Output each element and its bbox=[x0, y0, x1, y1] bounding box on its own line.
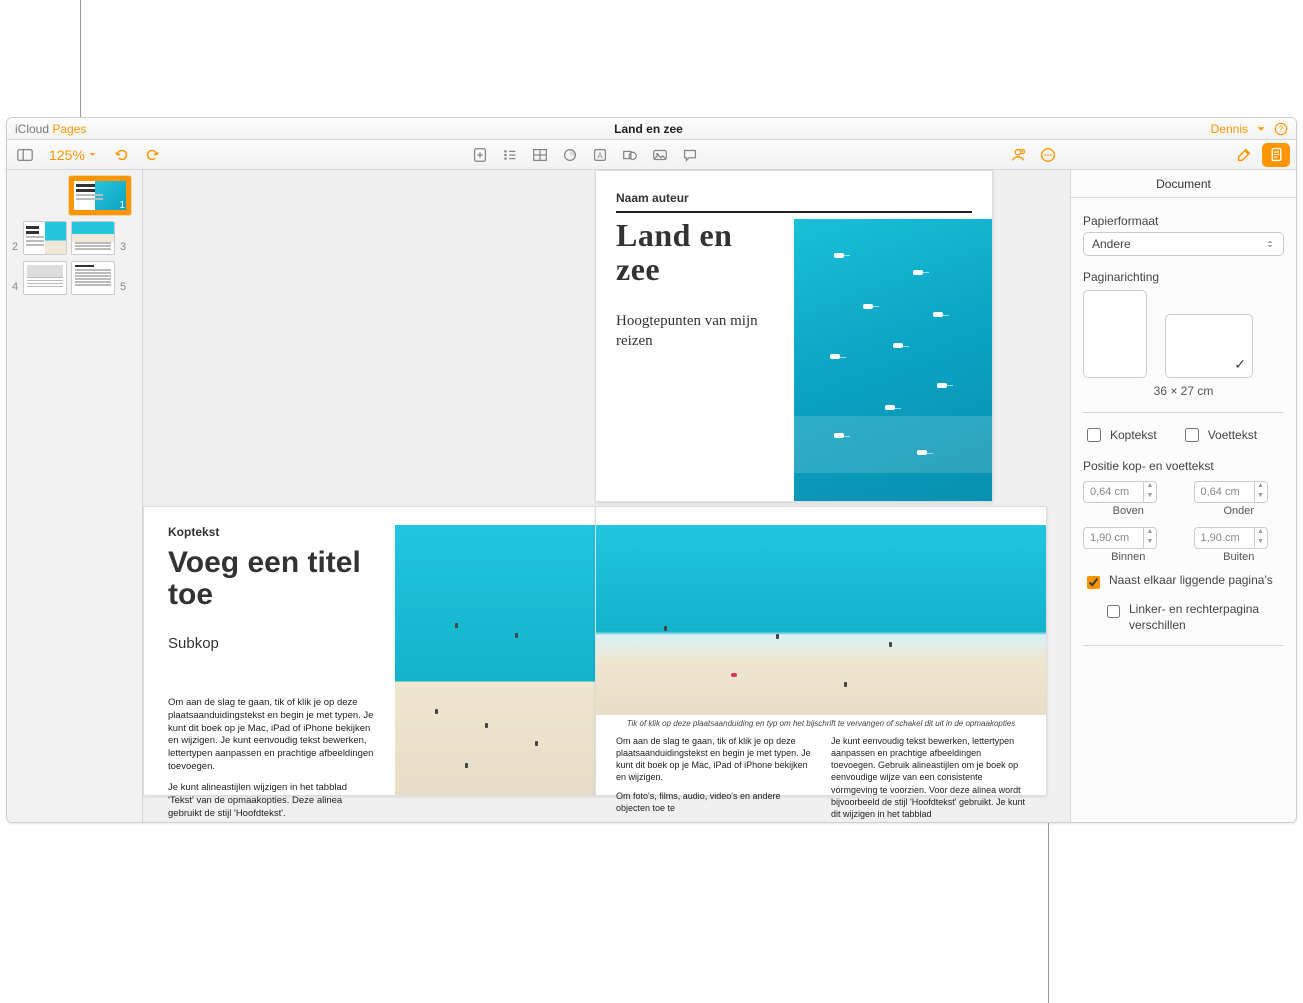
hf-position-label: Positie kop- en voettekst bbox=[1083, 459, 1284, 473]
brand: iCloud Pages bbox=[7, 118, 86, 139]
hf-top-caption: Boven bbox=[1083, 505, 1174, 517]
header-checkbox[interactable]: Koptekst bbox=[1083, 425, 1157, 445]
thumbnail-number: 2 bbox=[11, 241, 19, 255]
insert-group: A bbox=[468, 143, 702, 167]
collaborate-button[interactable] bbox=[1006, 143, 1030, 167]
image-placeholder[interactable] bbox=[596, 525, 1046, 715]
document-inspector-button[interactable] bbox=[1262, 143, 1290, 167]
insert-list-button[interactable] bbox=[498, 143, 522, 167]
hf-outside-stepper[interactable]: ▲▼ bbox=[1194, 527, 1285, 549]
thumbnail-page-4[interactable] bbox=[23, 261, 67, 295]
format-button[interactable] bbox=[1232, 143, 1256, 167]
page-title[interactable]: Land en zee bbox=[616, 219, 732, 286]
hero-image[interactable] bbox=[794, 219, 992, 501]
inspector-tab-document[interactable]: Document bbox=[1071, 170, 1296, 198]
hf-top-stepper[interactable]: ▲▼ bbox=[1083, 481, 1174, 503]
facing-pages-checkbox[interactable]: Naast elkaar liggende pagina's bbox=[1083, 573, 1284, 592]
paper-size-select[interactable]: Andere bbox=[1083, 232, 1284, 256]
facing-pages-input[interactable] bbox=[1087, 576, 1100, 589]
add-page-button[interactable] bbox=[468, 143, 492, 167]
hf-outside-input[interactable] bbox=[1194, 527, 1254, 549]
body-columns[interactable]: Om aan de slag te gaan, tik of klik je o… bbox=[616, 735, 1026, 820]
orientation-dimensions: 36 × 27 cm bbox=[1083, 384, 1284, 398]
chevron-up-down-icon bbox=[1265, 239, 1275, 249]
header-label[interactable]: Koptekst bbox=[168, 525, 219, 539]
main-area: 1 2 3 4 bbox=[7, 170, 1296, 822]
document-title: Land en zee bbox=[86, 118, 1210, 139]
hf-bottom-caption: Onder bbox=[1194, 505, 1285, 517]
insert-chart-button[interactable] bbox=[558, 143, 582, 167]
page-subtitle[interactable]: Hoogtepunten van mijn reizen bbox=[616, 311, 766, 352]
hf-inside-caption: Binnen bbox=[1083, 551, 1174, 563]
insert-text-button[interactable]: A bbox=[588, 143, 612, 167]
image-caption[interactable]: Tik of klik op deze plaatsaanduiding en … bbox=[616, 719, 1026, 728]
body-text[interactable]: Om aan de slag te gaan, tik of klik je o… bbox=[168, 697, 374, 820]
diff-left-right-input[interactable] bbox=[1107, 605, 1120, 618]
paper-size-label: Papierformaat bbox=[1083, 214, 1284, 228]
inspector-panel: Document Papierformaat Andere Paginarich… bbox=[1070, 170, 1296, 822]
svg-text:A: A bbox=[597, 151, 603, 160]
chevron-down-icon bbox=[1254, 122, 1268, 136]
hf-bottom-stepper[interactable]: ▲▼ bbox=[1194, 481, 1285, 503]
thumbnail-page-2[interactable] bbox=[23, 221, 67, 255]
callout-line-top bbox=[80, 0, 81, 117]
chevron-down-icon bbox=[87, 149, 98, 160]
brand-icloud: iCloud bbox=[15, 122, 49, 136]
divider bbox=[616, 211, 972, 213]
titlebar: iCloud Pages Land en zee Dennis ? bbox=[7, 118, 1296, 140]
zoom-select[interactable]: 125% bbox=[43, 143, 104, 167]
insert-media-button[interactable] bbox=[648, 143, 672, 167]
page-2[interactable]: Koptekst Voeg een titel toe Subkop Om aa… bbox=[143, 506, 595, 796]
page-1[interactable]: Naam auteur Land en zee Hoogtepunten van… bbox=[595, 170, 993, 502]
insert-table-button[interactable] bbox=[528, 143, 552, 167]
svg-text:?: ? bbox=[1279, 124, 1284, 133]
zoom-value: 125% bbox=[49, 147, 85, 163]
document-canvas[interactable]: Naam auteur Land en zee Hoogtepunten van… bbox=[143, 170, 1070, 822]
page-3[interactable]: Tik of klik op deze plaatsaanduiding en … bbox=[595, 506, 1047, 796]
app-window: iCloud Pages Land en zee Dennis ? 125% bbox=[6, 117, 1297, 823]
thumbnail-number: 3 bbox=[119, 241, 127, 255]
thumbnail-page-5[interactable] bbox=[71, 261, 115, 295]
orientation-portrait[interactable] bbox=[1083, 290, 1147, 378]
redo-button[interactable] bbox=[140, 143, 164, 167]
user-menu[interactable]: Dennis ? bbox=[1211, 118, 1296, 139]
thumbnail-number: 5 bbox=[119, 281, 127, 295]
footer-checkbox[interactable]: Voettekst bbox=[1181, 425, 1257, 445]
spread-2-3: Koptekst Voeg een titel toe Subkop Om aa… bbox=[143, 506, 1070, 796]
author-name[interactable]: Naam auteur bbox=[616, 191, 689, 205]
image-placeholder[interactable] bbox=[395, 525, 595, 795]
insert-comment-button[interactable] bbox=[678, 143, 702, 167]
paper-size-value: Andere bbox=[1092, 237, 1131, 251]
undo-button[interactable] bbox=[110, 143, 134, 167]
page-subtitle[interactable]: Subkop bbox=[168, 635, 219, 652]
hf-inside-stepper[interactable]: ▲▼ bbox=[1083, 527, 1174, 549]
user-name: Dennis bbox=[1211, 118, 1248, 140]
hf-top-input[interactable] bbox=[1083, 481, 1143, 503]
help-icon[interactable]: ? bbox=[1274, 122, 1288, 136]
view-toggle-button[interactable] bbox=[13, 143, 37, 167]
page-title[interactable]: Voeg een titel toe bbox=[168, 547, 388, 610]
brand-pages[interactable]: Pages bbox=[52, 122, 86, 136]
check-icon: ✓ bbox=[1234, 356, 1246, 373]
insert-shape-button[interactable] bbox=[618, 143, 642, 167]
orientation-landscape[interactable]: ✓ bbox=[1165, 314, 1253, 378]
hf-outside-caption: Buiten bbox=[1194, 551, 1285, 563]
thumbnail-page-1[interactable]: 1 bbox=[69, 176, 131, 215]
hf-bottom-input[interactable] bbox=[1194, 481, 1254, 503]
toolbar: 125% A bbox=[7, 140, 1296, 170]
thumbnail-number: 4 bbox=[11, 281, 19, 295]
orientation-label: Paginarichting bbox=[1083, 270, 1284, 284]
diff-left-right-checkbox[interactable]: Linker- en rechterpagina verschillen bbox=[1083, 602, 1284, 633]
thumbnail-panel[interactable]: 1 2 3 4 bbox=[7, 170, 143, 822]
thumbnail-number: 1 bbox=[119, 200, 125, 211]
hf-inside-input[interactable] bbox=[1083, 527, 1143, 549]
thumbnail-page-3[interactable] bbox=[71, 221, 115, 255]
footer-checkbox-input[interactable] bbox=[1185, 428, 1199, 442]
header-checkbox-input[interactable] bbox=[1087, 428, 1101, 442]
more-button[interactable] bbox=[1036, 143, 1060, 167]
